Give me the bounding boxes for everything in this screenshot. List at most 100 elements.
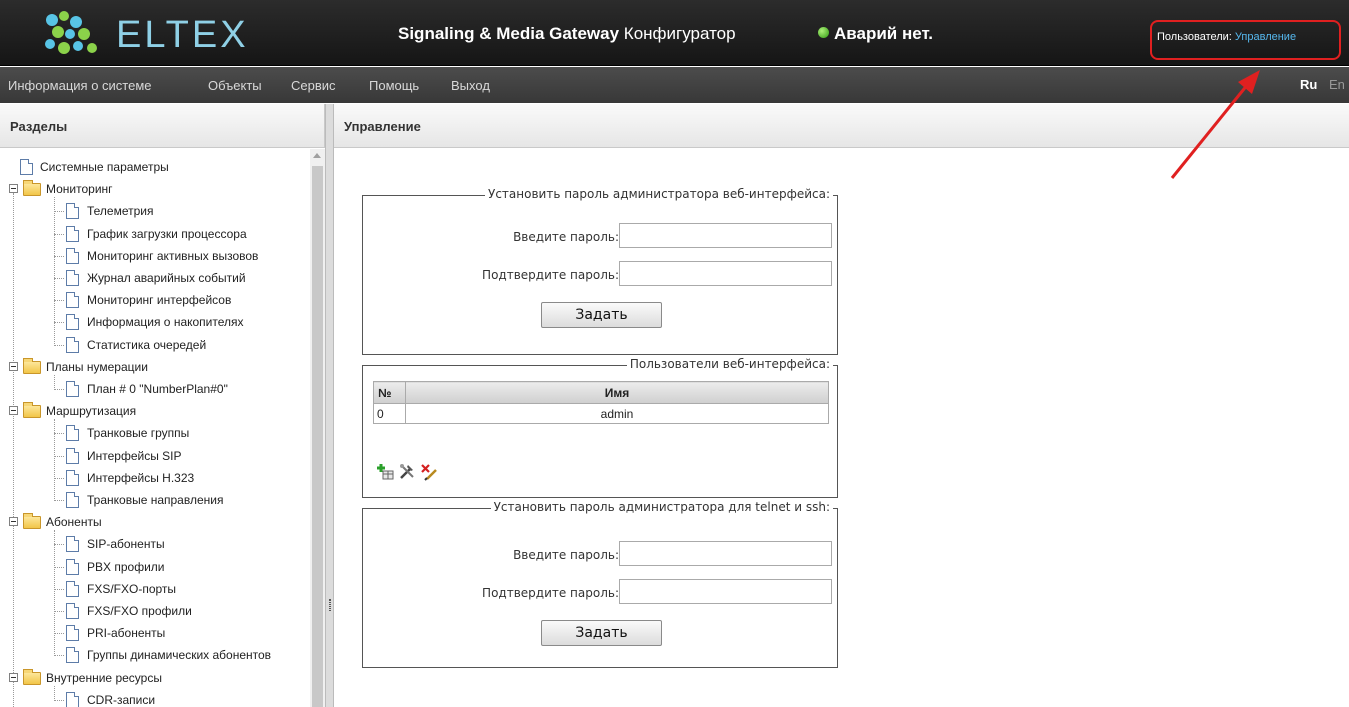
tree-label: SIP-абоненты: [87, 537, 165, 552]
tree-label: FXS/FXO-порты: [87, 581, 177, 596]
table-header-row: № Имя: [373, 381, 829, 404]
panel-splitter[interactable]: [325, 104, 334, 707]
web-password-set-button[interactable]: Задать: [541, 302, 662, 328]
tree-label: PBX профили: [87, 559, 165, 574]
delete-user-icon[interactable]: [420, 463, 438, 481]
menu-system-info[interactable]: Информация о системе: [8, 78, 152, 93]
document-icon: [66, 225, 79, 242]
tree-branch-line: [54, 389, 64, 390]
web-password-input[interactable]: [619, 223, 832, 248]
tree-branch-line: [54, 433, 64, 435]
lang-ru[interactable]: Ru: [1300, 77, 1317, 92]
tree-label: Транковые направления: [87, 493, 224, 507]
tree-item[interactable]: PBX профили: [0, 557, 310, 577]
tree-item[interactable]: График загрузки процессора: [0, 224, 310, 244]
document-icon: [66, 580, 79, 597]
logo-mark-icon: [45, 11, 97, 54]
lang-en[interactable]: En: [1329, 77, 1345, 92]
collapse-toggle-icon[interactable]: [9, 517, 18, 527]
tree-branch-line: [54, 455, 64, 457]
alarm-status: Аварий нет.: [818, 24, 933, 44]
web-password-group: Установить пароль администратора веб-инт…: [362, 187, 838, 355]
tree-item[interactable]: Группы динамических абонентов: [0, 645, 310, 665]
tree-item[interactable]: Журнал аварийных событий: [0, 268, 310, 288]
tree-label: Транковые группы: [87, 426, 190, 441]
folder-icon: [23, 668, 41, 685]
telnet-password-legend: Установить пароль администратора для tel…: [490, 500, 833, 514]
tree-branch-line: [54, 344, 64, 346]
collapse-toggle-icon[interactable]: [9, 361, 18, 371]
annotation-arrow-icon: [1170, 70, 1260, 179]
edit-tools-icon[interactable]: [398, 463, 416, 481]
document-icon: [66, 447, 79, 464]
document-icon: [66, 558, 79, 575]
tree-folder[interactable]: Маршрутизация: [0, 401, 310, 421]
telnet-password-input[interactable]: [619, 541, 832, 566]
tree-item[interactable]: Мониторинг активных вызовов: [0, 246, 310, 266]
document-icon: [66, 492, 79, 508]
scroll-up-arrow-icon[interactable]: [313, 153, 321, 158]
eltex-logo: ELTEX: [38, 8, 248, 58]
menu-help[interactable]: Помощь: [369, 78, 419, 93]
collapse-toggle-icon[interactable]: [9, 406, 18, 416]
tree-branch-line: [54, 611, 64, 612]
document-icon: [66, 647, 79, 664]
collapse-toggle-icon[interactable]: [9, 672, 18, 682]
table-row[interactable]: 0 admin: [373, 403, 829, 424]
tree-label: Журнал аварийных событий: [87, 271, 246, 285]
tree-folder[interactable]: Внутренние ресурсы: [0, 668, 310, 688]
tree-item[interactable]: CDR-записи: [0, 690, 310, 707]
web-enter-password-label: Введите пароль:: [513, 230, 619, 244]
tree-item[interactable]: План # 0 "NumberPlan#0": [0, 379, 310, 399]
telnet-password-set-button[interactable]: Задать: [541, 620, 662, 646]
tree-label: Системные параметры: [40, 160, 169, 174]
tree-item[interactable]: Системные параметры: [0, 157, 310, 177]
tree-item[interactable]: Интерфейсы SIP: [0, 446, 310, 466]
tree-item[interactable]: Информация о накопителях: [0, 312, 310, 332]
tree-label: Информация о накопителях: [87, 315, 244, 330]
users-management-link[interactable]: Управление: [1235, 31, 1296, 43]
tree-item[interactable]: FXS/FXO-порты: [0, 579, 310, 599]
tree-item[interactable]: Мониторинг интерфейсов: [0, 290, 310, 310]
document-icon: [66, 292, 79, 309]
tree-branch-line: [54, 211, 64, 213]
tree-branch-line: [54, 655, 64, 657]
tree-branch-line: [54, 588, 64, 590]
tree-label: План # 0 "NumberPlan#0": [87, 382, 228, 396]
web-password-confirm-input[interactable]: [619, 261, 832, 286]
column-number-header: №: [373, 381, 406, 404]
tree-item[interactable]: Интерфейсы H.323: [0, 468, 310, 488]
tree-label: Статистика очередей: [87, 337, 207, 352]
tree-item[interactable]: Телеметрия: [0, 201, 310, 221]
tree-item[interactable]: Транковые группы: [0, 423, 310, 443]
tree-label: PRI-абоненты: [87, 626, 166, 641]
tree-scrollbar[interactable]: [310, 149, 325, 707]
tree-item[interactable]: Статистика очередей: [0, 335, 310, 355]
web-users-table: № Имя 0 admin: [373, 381, 829, 424]
tree-item[interactable]: SIP-абоненты: [0, 534, 310, 554]
tree-branch-line: [54, 566, 64, 568]
splitter-grip-icon[interactable]: [329, 599, 331, 611]
tree-label: Мониторинг активных вызовов: [87, 248, 259, 263]
menu-objects[interactable]: Объекты: [208, 78, 262, 93]
tree-branch-line: [54, 544, 64, 546]
web-users-legend: Пользователи веб-интерфейса:: [626, 357, 833, 371]
document-icon: [20, 159, 33, 175]
main-menu: Информация о системе Объекты Сервис Помо…: [0, 67, 1349, 103]
tree-branch-line: [54, 300, 64, 302]
menu-service[interactable]: Сервис: [291, 78, 336, 93]
scroll-thumb[interactable]: [312, 166, 323, 707]
logo-text: ELTEX: [116, 14, 249, 56]
tree-folder[interactable]: Абоненты: [0, 512, 310, 532]
tree-folder[interactable]: Мониторинг: [0, 179, 310, 199]
menu-exit[interactable]: Выход: [451, 78, 490, 93]
tree-item[interactable]: PRI-абоненты: [0, 623, 310, 643]
telnet-password-confirm-input[interactable]: [619, 579, 832, 604]
tree-folder[interactable]: Планы нумерации: [0, 357, 310, 377]
add-user-icon[interactable]: [377, 463, 395, 481]
document-icon: [66, 603, 79, 619]
tree-item[interactable]: FXS/FXO профили: [0, 601, 310, 621]
tree-item[interactable]: Транковые направления: [0, 490, 310, 510]
tree-label: FXS/FXO профили: [87, 604, 192, 618]
collapse-toggle-icon[interactable]: [9, 184, 18, 194]
